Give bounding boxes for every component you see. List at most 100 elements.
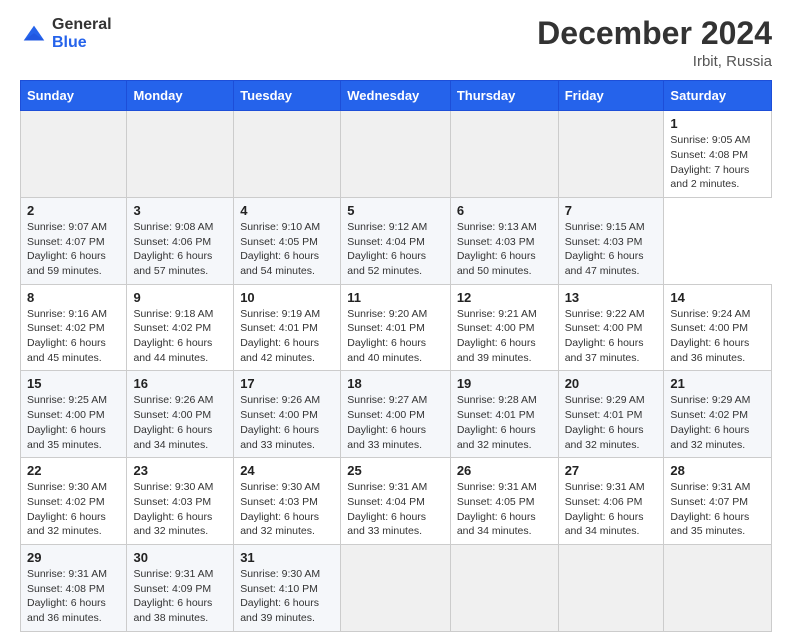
calendar-week-row: 22 Sunrise: 9:30 AMSunset: 4:02 PMDayligh… [21, 458, 772, 545]
day-number: 16 [133, 376, 227, 391]
day-of-week-saturday: Saturday [664, 81, 772, 111]
day-cell: 16 Sunrise: 9:26 AMSunset: 4:00 PMDayligh… [127, 371, 234, 458]
day-cell: 6 Sunrise: 9:13 AMSunset: 4:03 PMDaylight… [450, 197, 558, 284]
day-info: Sunrise: 9:22 AMSunset: 4:00 PMDaylight:… [565, 307, 658, 366]
day-number: 15 [27, 376, 120, 391]
day-cell: 22 Sunrise: 9:30 AMSunset: 4:02 PMDayligh… [21, 458, 127, 545]
day-number: 7 [565, 203, 658, 218]
day-number: 5 [347, 203, 444, 218]
day-number: 19 [457, 376, 552, 391]
empty-cell [234, 111, 341, 198]
day-of-week-sunday: Sunday [21, 81, 127, 111]
calendar-week-row: 2 Sunrise: 9:07 AMSunset: 4:07 PMDaylight… [21, 197, 772, 284]
calendar-week-row: 15Sunrise: 9:25 AMSunset: 4:00 PMDayligh… [21, 371, 772, 458]
day-cell: 29 Sunrise: 9:31 AMSunset: 4:08 PMDayligh… [21, 544, 127, 631]
day-info: Sunrise: 9:10 AMSunset: 4:05 PMDaylight:… [240, 220, 334, 279]
day-info: Sunrise: 9:07 AMSunset: 4:07 PMDaylight:… [27, 220, 120, 279]
day-number: 9 [133, 290, 227, 305]
day-number: 26 [457, 463, 552, 478]
day-info: Sunrise: 9:31 AMSunset: 4:04 PMDaylight:… [347, 480, 444, 539]
day-number: 6 [457, 203, 552, 218]
day-info: Sunrise: 9:31 AMSunset: 4:07 PMDaylight:… [670, 480, 765, 539]
day-info: Sunrise: 9:30 AMSunset: 4:02 PMDaylight:… [27, 480, 120, 539]
day-info: Sunrise: 9:19 AMSunset: 4:01 PMDaylight:… [240, 307, 334, 366]
day-cell: 3Sunrise: 9:08 AMSunset: 4:06 PMDaylight… [127, 197, 234, 284]
day-cell: 11 Sunrise: 9:20 AMSunset: 4:01 PMDayligh… [341, 284, 451, 371]
day-number: 23 [133, 463, 227, 478]
day-info: Sunrise: 9:18 AMSunset: 4:02 PMDaylight:… [133, 307, 227, 366]
day-cell: 12 Sunrise: 9:21 AMSunset: 4:00 PMDayligh… [450, 284, 558, 371]
day-info: Sunrise: 9:21 AMSunset: 4:00 PMDaylight:… [457, 307, 552, 366]
logo-blue: Blue [52, 34, 112, 52]
location: Irbit, Russia [537, 53, 772, 70]
title-block: December 2024 Irbit, Russia [537, 16, 772, 70]
logo-text: General Blue [52, 16, 112, 51]
day-info: Sunrise: 9:29 AMSunset: 4:01 PMDaylight:… [565, 393, 658, 452]
day-of-week-friday: Friday [558, 81, 664, 111]
day-number: 14 [670, 290, 765, 305]
day-info: Sunrise: 9:26 AMSunset: 4:00 PMDaylight:… [133, 393, 227, 452]
calendar-page: General Blue December 2024 Irbit, Russia… [0, 0, 792, 642]
day-cell: 19 Sunrise: 9:28 AMSunset: 4:01 PMDayligh… [450, 371, 558, 458]
day-number: 1 [670, 116, 765, 131]
day-number: 25 [347, 463, 444, 478]
day-cell: 28 Sunrise: 9:31 AMSunset: 4:07 PMDayligh… [664, 458, 772, 545]
empty-cell [341, 544, 451, 631]
day-info: Sunrise: 9:28 AMSunset: 4:01 PMDaylight:… [457, 393, 552, 452]
month-title: December 2024 [537, 16, 772, 51]
day-of-week-wednesday: Wednesday [341, 81, 451, 111]
day-number: 10 [240, 290, 334, 305]
calendar-header-row: SundayMondayTuesdayWednesdayThursdayFrid… [21, 81, 772, 111]
day-cell: 24 Sunrise: 9:30 AMSunset: 4:03 PMDayligh… [234, 458, 341, 545]
day-cell: 23 Sunrise: 9:30 AMSunset: 4:03 PMDayligh… [127, 458, 234, 545]
calendar-week-row: 29 Sunrise: 9:31 AMSunset: 4:08 PMDayligh… [21, 544, 772, 631]
day-number: 24 [240, 463, 334, 478]
day-info: Sunrise: 9:12 AMSunset: 4:04 PMDaylight:… [347, 220, 444, 279]
day-info: Sunrise: 9:29 AMSunset: 4:02 PMDaylight:… [670, 393, 765, 452]
day-info: Sunrise: 9:31 AMSunset: 4:05 PMDaylight:… [457, 480, 552, 539]
logo-icon [20, 20, 48, 48]
day-cell: 1 Sunrise: 9:05 AMSunset: 4:08 PMDaylight… [664, 111, 772, 198]
day-cell: 15Sunrise: 9:25 AMSunset: 4:00 PMDayligh… [21, 371, 127, 458]
day-info: Sunrise: 9:30 AMSunset: 4:03 PMDaylight:… [240, 480, 334, 539]
day-info: Sunrise: 9:15 AMSunset: 4:03 PMDaylight:… [565, 220, 658, 279]
day-number: 20 [565, 376, 658, 391]
day-cell: 18Sunrise: 9:27 AMSunset: 4:00 PMDayligh… [341, 371, 451, 458]
day-cell: 10 Sunrise: 9:19 AMSunset: 4:01 PMDayligh… [234, 284, 341, 371]
day-info: Sunrise: 9:24 AMSunset: 4:00 PMDaylight:… [670, 307, 765, 366]
empty-cell [558, 111, 664, 198]
empty-cell [558, 544, 664, 631]
day-number: 12 [457, 290, 552, 305]
day-cell: 13Sunrise: 9:22 AMSunset: 4:00 PMDayligh… [558, 284, 664, 371]
day-cell: 2 Sunrise: 9:07 AMSunset: 4:07 PMDaylight… [21, 197, 127, 284]
day-info: Sunrise: 9:13 AMSunset: 4:03 PMDaylight:… [457, 220, 552, 279]
day-cell: 8 Sunrise: 9:16 AMSunset: 4:02 PMDaylight… [21, 284, 127, 371]
day-info: Sunrise: 9:31 AMSunset: 4:08 PMDaylight:… [27, 567, 120, 626]
day-number: 27 [565, 463, 658, 478]
day-cell: 20 Sunrise: 9:29 AMSunset: 4:01 PMDayligh… [558, 371, 664, 458]
day-info: Sunrise: 9:20 AMSunset: 4:01 PMDaylight:… [347, 307, 444, 366]
page-header: General Blue December 2024 Irbit, Russia [20, 16, 772, 70]
day-info: Sunrise: 9:27 AMSunset: 4:00 PMDaylight:… [347, 393, 444, 452]
empty-cell [127, 111, 234, 198]
calendar-week-row: 8 Sunrise: 9:16 AMSunset: 4:02 PMDaylight… [21, 284, 772, 371]
day-number: 2 [27, 203, 120, 218]
day-of-week-thursday: Thursday [450, 81, 558, 111]
empty-cell [450, 544, 558, 631]
day-number: 8 [27, 290, 120, 305]
day-info: Sunrise: 9:30 AMSunset: 4:03 PMDaylight:… [133, 480, 227, 539]
day-number: 22 [27, 463, 120, 478]
day-number: 28 [670, 463, 765, 478]
day-cell: 7 Sunrise: 9:15 AMSunset: 4:03 PMDaylight… [558, 197, 664, 284]
day-cell: 31Sunrise: 9:30 AMSunset: 4:10 PMDayligh… [234, 544, 341, 631]
day-info: Sunrise: 9:05 AMSunset: 4:08 PMDaylight:… [670, 133, 765, 192]
day-number: 11 [347, 290, 444, 305]
day-number: 29 [27, 550, 120, 565]
day-number: 21 [670, 376, 765, 391]
day-number: 17 [240, 376, 334, 391]
day-of-week-tuesday: Tuesday [234, 81, 341, 111]
day-cell: 27Sunrise: 9:31 AMSunset: 4:06 PMDayligh… [558, 458, 664, 545]
day-info: Sunrise: 9:26 AMSunset: 4:00 PMDaylight:… [240, 393, 334, 452]
day-info: Sunrise: 9:16 AMSunset: 4:02 PMDaylight:… [27, 307, 120, 366]
day-cell: 25 Sunrise: 9:31 AMSunset: 4:04 PMDayligh… [341, 458, 451, 545]
